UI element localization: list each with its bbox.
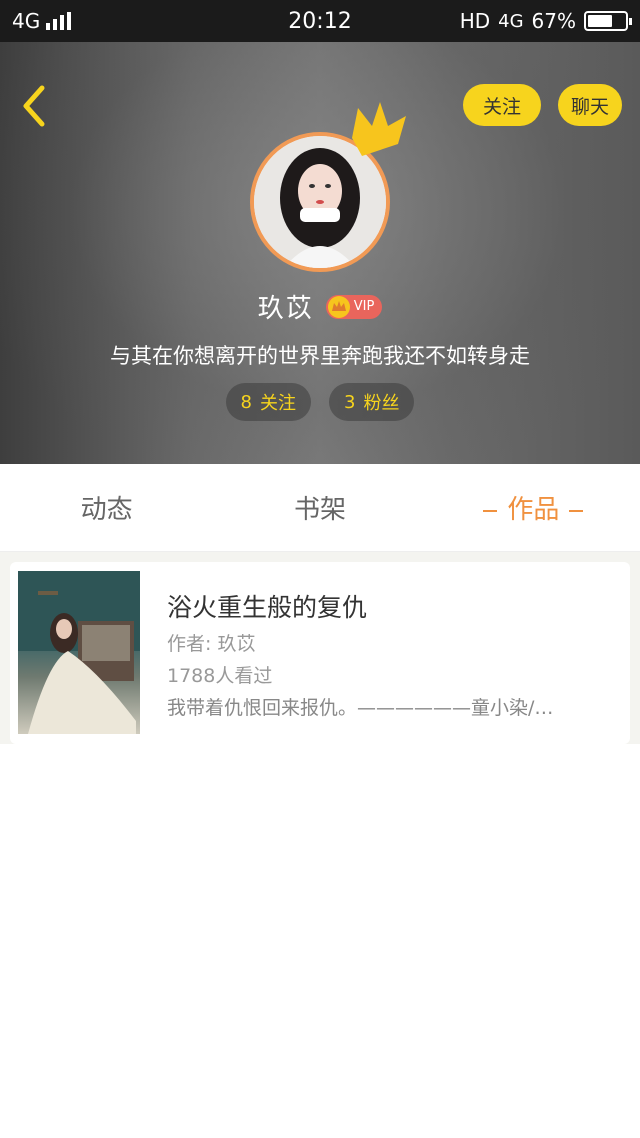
status-left: 4G xyxy=(12,9,72,33)
following-count: 8 xyxy=(240,391,252,413)
book-cover-image xyxy=(18,571,140,734)
username-row: 玖苡 VIP xyxy=(0,288,640,325)
chevron-left-icon xyxy=(23,85,45,127)
signal-icon xyxy=(46,12,72,30)
vip-crown-icon xyxy=(327,295,350,318)
network-label: 4G xyxy=(12,9,41,33)
vip-badge: VIP xyxy=(325,294,383,319)
following-stat[interactable]: 8 关注 xyxy=(225,383,311,421)
battery-fill xyxy=(588,15,613,27)
fans-label: 粉丝 xyxy=(363,393,400,414)
chat-button[interactable]: 聊天 xyxy=(558,84,622,126)
tab-works[interactable]: 作品 xyxy=(427,489,640,526)
username: 玖苡 xyxy=(257,294,314,324)
avatar-container xyxy=(250,102,406,272)
tab-activity-label: 动态 xyxy=(80,495,133,525)
book-title: 浴火重生般的复仇 xyxy=(167,593,368,622)
book-cover xyxy=(18,571,140,734)
hd-label: HD xyxy=(459,9,491,33)
stat-row: 8 关注 3 粉丝 xyxy=(0,383,640,421)
status-bar: 4G 20:12 HD 4G 67% xyxy=(0,0,640,42)
battery-percent: 67% xyxy=(531,9,576,33)
tab-works-label: 作品 xyxy=(507,495,560,525)
book-views: 1788人看过 xyxy=(167,665,273,687)
book-author: 作者: 玖苡 xyxy=(167,633,256,655)
crown-icon xyxy=(352,102,406,156)
list-item[interactable]: 浴火重生般的复仇 作者: 玖苡 1788人看过 我带着仇恨回来报仇。——————… xyxy=(10,562,630,744)
tab-dash-left xyxy=(483,509,498,512)
battery-icon xyxy=(584,11,632,31)
tab-bookshelf[interactable]: 书架 xyxy=(213,489,426,526)
book-description: 我带着仇恨回来报仇。——————童小染/… xyxy=(167,697,554,719)
tab-bookshelf-label: 书架 xyxy=(293,495,346,525)
following-label: 关注 xyxy=(260,393,296,414)
fans-stat[interactable]: 3 粉丝 xyxy=(329,383,415,421)
network-right-label: 4G xyxy=(498,10,524,32)
back-button[interactable] xyxy=(14,82,54,130)
works-list: 浴火重生般的复仇 作者: 玖苡 1788人看过 我带着仇恨回来报仇。——————… xyxy=(0,552,640,744)
status-right: HD 4G 67% xyxy=(459,9,632,33)
fans-count: 3 xyxy=(344,391,356,413)
tab-dash-right xyxy=(569,509,584,512)
tab-activity[interactable]: 动态 xyxy=(0,489,213,526)
tab-bar: 动态 书架 作品 xyxy=(0,464,640,552)
profile-header: 关注 聊天 玖苡 VIP 与其在你想离开的世界里奔跑我还不如转身走 8 关注 3… xyxy=(0,42,640,464)
follow-button[interactable]: 关注 xyxy=(463,84,541,126)
vip-label: VIP xyxy=(353,299,375,314)
signature: 与其在你想离开的世界里奔跑我还不如转身走 xyxy=(110,344,530,368)
